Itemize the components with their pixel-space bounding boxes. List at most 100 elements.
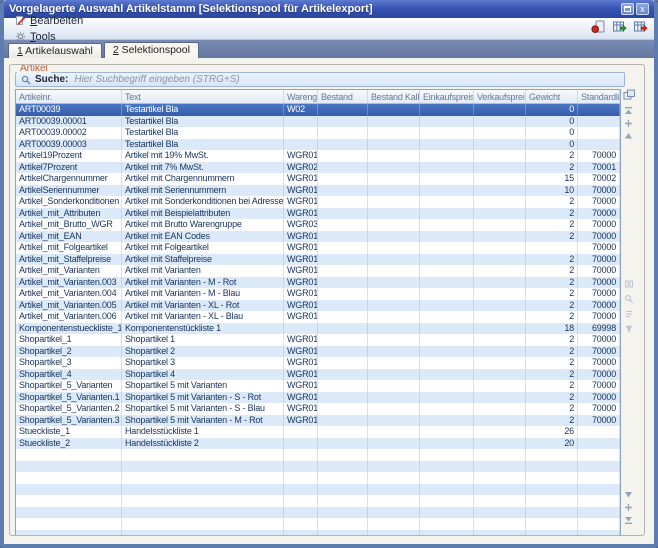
grid-row[interactable]: Artikel_mit_Varianten.004Artikel mit Var… (16, 288, 620, 300)
grid-cell (122, 507, 284, 519)
grid-cell (318, 104, 368, 116)
grid-row[interactable]: Shopartikel_1Shopartikel 1WGR01270000 (16, 334, 620, 346)
grid-row[interactable]: Stueckliste_1Handelsstückliste 126 (16, 426, 620, 438)
grid-row[interactable]: ART00039.00003Testartikel Bla0 (16, 139, 620, 151)
grid-empty-row[interactable] (16, 472, 620, 484)
grid-cell (420, 369, 474, 381)
grid-cell: 0 (526, 104, 578, 116)
grid-cell (420, 507, 474, 519)
grid-empty-row[interactable] (16, 484, 620, 496)
column-header-einkaufspreis[interactable]: Einkaufspreis (420, 90, 474, 103)
grid-cell (578, 518, 620, 530)
grid-row[interactable]: ArtikelChargennummerArtikel mit Chargenn… (16, 173, 620, 185)
grid-row[interactable]: Shopartikel_5_Varianten.1Shopartikel 5 m… (16, 392, 620, 404)
grid-row[interactable]: Komponentenstueckliste_1Komponentenstück… (16, 323, 620, 335)
grid-empty-row[interactable] (16, 461, 620, 473)
grid-empty-row[interactable] (16, 507, 620, 519)
restore-button[interactable] (621, 3, 634, 15)
table-green-arrow-button[interactable] (610, 19, 628, 35)
grid-row[interactable]: Shopartikel_3Shopartikel 3WGR01270000 (16, 357, 620, 369)
grid-row[interactable]: Artikel_mit_Varianten.005Artikel mit Var… (16, 300, 620, 312)
grid-cell (368, 300, 420, 312)
column-header-gewicht[interactable]: Gewicht (526, 90, 578, 103)
grid-row[interactable]: Artikel_mit_EANArtikel mit EAN CodesWGR0… (16, 231, 620, 243)
grid-row[interactable]: Stueckliste_2Handelsstückliste 220 (16, 438, 620, 450)
grid-empty-row[interactable] (16, 518, 620, 530)
grid-row[interactable]: ART00039Testartikel BlaW020 (16, 104, 620, 116)
grid-cell (368, 484, 420, 496)
grid-cell (474, 311, 526, 323)
grid-row[interactable]: ArtikelSeriennummerArtikel mit Seriennum… (16, 185, 620, 197)
grid-cell (318, 426, 368, 438)
grid-cell (368, 242, 420, 254)
grid-row[interactable]: Shopartikel_4Shopartikel 4WGR01270000 (16, 369, 620, 381)
search-bar[interactable]: Suche: (15, 72, 625, 87)
grid-row[interactable]: Artikel_mit_StaffelpreiseArtikel mit Sta… (16, 254, 620, 266)
tab-selektionspool[interactable]: 2 Selektionspool (104, 42, 199, 58)
restore-icon (624, 6, 631, 12)
grid-cell: WGR01 (284, 208, 318, 220)
table-green-arrow-icon (612, 20, 627, 34)
grid-empty-row[interactable] (16, 530, 620, 537)
column-header-verkaufspreis[interactable]: Verkaufspreis (474, 90, 526, 103)
grid-cell: Artikel mit 7% MwSt. (122, 162, 284, 174)
plus-icon[interactable] (624, 119, 633, 128)
grid-cell: WGR01 (284, 357, 318, 369)
grid-row[interactable]: Artikel_mit_VariantenArtikel mit Variant… (16, 265, 620, 277)
grid-row[interactable]: Shopartikel_5_Varianten.2Shopartikel 5 m… (16, 403, 620, 415)
scroll-bottom-icon[interactable] (624, 516, 633, 525)
grid-cell (122, 495, 284, 507)
grid-row[interactable]: Shopartikel_5_Varianten.3Shopartikel 5 m… (16, 415, 620, 427)
grid-empty-row[interactable] (16, 495, 620, 507)
grid-row[interactable]: Artikel_mit_AttributenArtikel mit Beispi… (16, 208, 620, 220)
zoom-icon[interactable] (624, 294, 634, 304)
grid-cell: 2 (526, 346, 578, 358)
column-header-artikelnr[interactable]: Artikelnr. (16, 90, 122, 103)
filter-icon[interactable] (624, 324, 634, 334)
grid-row[interactable]: Artikel_mit_Brutto_WGRArtikel mit Brutto… (16, 219, 620, 231)
grid-cell (526, 495, 578, 507)
close-button[interactable]: x (636, 3, 649, 15)
grid-cell: 2 (526, 403, 578, 415)
column-header-bestand[interactable]: Bestand (318, 90, 368, 103)
grid-row[interactable]: Shopartikel_2Shopartikel 2WGR01270000 (16, 346, 620, 358)
grid-row[interactable]: Artikel19ProzentArtikel mit 19% MwSt.WGR… (16, 150, 620, 162)
table-red-arrow-button[interactable] (631, 19, 649, 35)
grid-cell: 70000 (578, 300, 620, 312)
grid-row[interactable]: Artikel_SonderkonditionenArtikel mit Son… (16, 196, 620, 208)
grid-row[interactable]: Shopartikel_5_VariantenShopartikel 5 mit… (16, 380, 620, 392)
columns-icon[interactable] (624, 279, 634, 289)
grid-cell: 70000 (578, 231, 620, 243)
column-header-bestand-kalk[interactable]: Bestand Kalk. (368, 90, 420, 103)
grid-cell: Artikel_mit_Varianten.006 (16, 311, 122, 323)
scroll-down-icon[interactable] (624, 491, 633, 499)
grid-row[interactable]: ART00039.00001Testartikel Bla0 (16, 116, 620, 128)
scroll-up-icon[interactable] (624, 132, 633, 140)
column-header-standardlief[interactable]: Standardlief (578, 90, 620, 103)
search-input[interactable] (72, 73, 619, 86)
menu-bar: AllgemeinBearbeitenTools?Hilfe (4, 18, 654, 40)
grid-cell: Handelsstückliste 2 (122, 438, 284, 450)
scroll-top-icon[interactable] (624, 106, 633, 115)
red-dot-document-button[interactable] (589, 19, 607, 35)
column-chooser-icon[interactable] (623, 89, 636, 101)
tab-artikelauswahl[interactable]: 1 Artikelauswahl (8, 43, 102, 58)
grid-row[interactable]: Artikel7ProzentArtikel mit 7% MwSt.WGR02… (16, 162, 620, 174)
window-title: Vorgelagerte Auswahl Artikelstamm [Selek… (9, 3, 619, 15)
grid-row[interactable]: Artikel_mit_Varianten.003Artikel mit Var… (16, 277, 620, 289)
column-header-text[interactable]: Text (122, 90, 284, 103)
column-header-wareng[interactable]: Wareng (284, 90, 318, 103)
grid-empty-row[interactable] (16, 449, 620, 461)
grid-cell (284, 484, 318, 496)
summary-icon[interactable] (624, 309, 634, 319)
grid-cell (368, 185, 420, 197)
grid-row[interactable]: ART00039.00002Testartikel Bla0 (16, 127, 620, 139)
plus-icon[interactable] (624, 503, 633, 512)
grid-row[interactable]: Artikel_mit_FolgeartikelArtikel mit Folg… (16, 242, 620, 254)
grid-cell (122, 449, 284, 461)
grid-row[interactable]: Artikel_mit_Varianten.006Artikel mit Var… (16, 311, 620, 323)
content-area: Artikel Suche: Artikelnr.TextWarengBesta… (4, 58, 654, 544)
grid-cell: 70000 (578, 185, 620, 197)
menu-item-bearbeiten[interactable]: Bearbeiten (9, 13, 89, 29)
grid-cell: Artikel mit Staffelpreise (122, 254, 284, 266)
